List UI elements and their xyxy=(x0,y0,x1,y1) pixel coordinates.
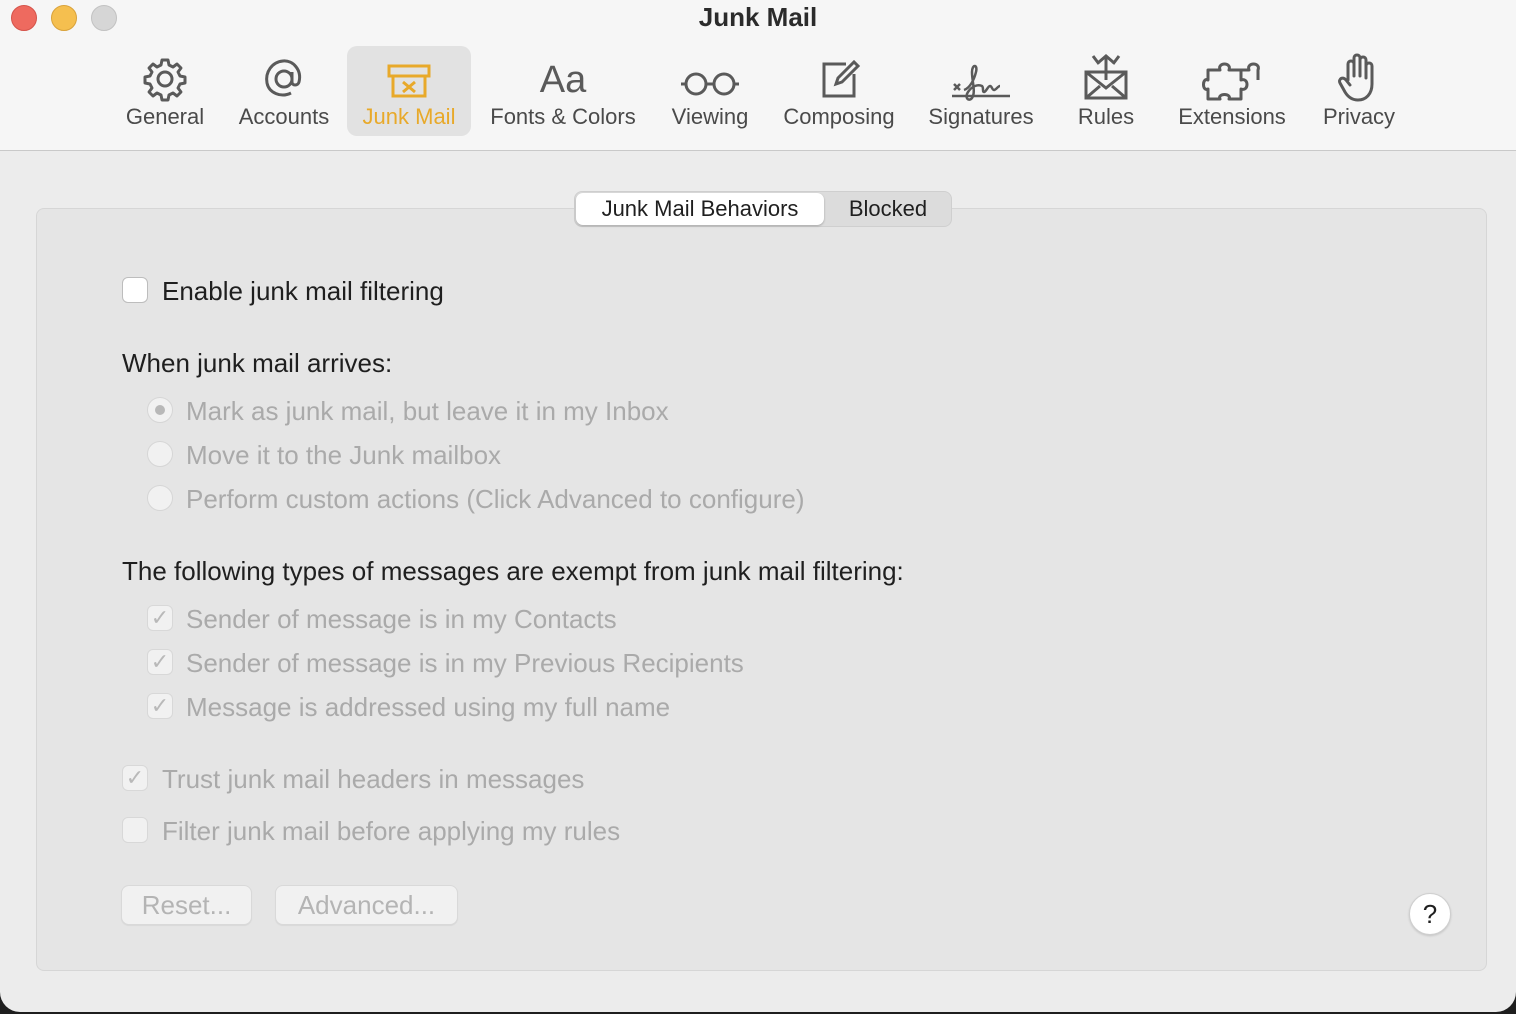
gear-icon xyxy=(142,46,188,102)
fonts-icon: Aa xyxy=(539,59,587,101)
toolbar-label: Signatures xyxy=(928,104,1034,129)
exempt-contacts-label: Sender of message is in my Contacts xyxy=(186,604,617,634)
arrival-heading: When junk mail arrives: xyxy=(122,348,393,378)
glasses-icon xyxy=(679,46,741,102)
toolbar-item-fonts-colors[interactable]: Aa Fonts & Colors xyxy=(480,46,646,136)
rules-envelope-icon xyxy=(1081,46,1131,102)
advanced-button[interactable]: Advanced... xyxy=(275,885,458,925)
mark-as-junk-label: Mark as junk mail, but leave it in my In… xyxy=(186,396,669,426)
toolbar-label: Viewing xyxy=(671,104,749,129)
toolbar-label: Composing xyxy=(783,104,895,129)
exempt-full-name-label: Message is addressed using my full name xyxy=(186,692,671,722)
checkmark-icon: ✓ xyxy=(150,693,170,718)
checkmark-icon: ✓ xyxy=(150,605,170,630)
signature-icon xyxy=(950,46,1012,102)
toolbar-label: Accounts xyxy=(238,104,330,129)
reset-button[interactable]: Reset... xyxy=(121,885,252,925)
filter-before-rules-label: Filter junk mail before applying my rule… xyxy=(162,816,621,846)
at-sign-icon xyxy=(261,46,307,102)
tab-segmented-control: Junk Mail Behaviors Blocked xyxy=(574,191,952,227)
enable-junk-filtering-checkbox[interactable] xyxy=(122,277,148,303)
filter-before-rules-checkbox[interactable] xyxy=(122,817,148,843)
hand-icon xyxy=(1338,46,1380,102)
exempt-heading: The following types of messages are exem… xyxy=(122,556,904,586)
toolbar-label: Privacy xyxy=(1322,104,1396,129)
move-to-junk-label: Move it to the Junk mailbox xyxy=(186,440,502,470)
toolbar-label: Fonts & Colors xyxy=(490,104,636,129)
toolbar-item-composing[interactable]: Composing xyxy=(774,46,904,136)
exempt-previous-recipients-checkbox[interactable]: ✓ xyxy=(147,649,173,675)
exempt-full-name-checkbox[interactable]: ✓ xyxy=(147,693,173,719)
toolbar-item-extensions[interactable]: Extensions xyxy=(1168,46,1296,136)
exempt-contacts-checkbox[interactable]: ✓ xyxy=(147,605,173,631)
toolbar-item-general[interactable]: General xyxy=(118,46,212,136)
toolbar-item-viewing[interactable]: Viewing xyxy=(663,46,757,136)
toolbar-item-accounts[interactable]: Accounts xyxy=(230,46,338,136)
junk-tray-icon xyxy=(385,46,433,102)
custom-actions-radio[interactable] xyxy=(147,485,173,511)
toolbar-label: Extensions xyxy=(1178,104,1286,129)
tab-blocked[interactable]: Blocked xyxy=(825,193,951,225)
enable-junk-filtering-label[interactable]: Enable junk mail filtering xyxy=(162,276,444,306)
toolbar-item-signatures[interactable]: Signatures xyxy=(918,46,1044,136)
window-title: Junk Mail xyxy=(698,2,818,32)
exempt-previous-recipients-label: Sender of message is in my Previous Reci… xyxy=(186,648,744,678)
radio-selected-dot xyxy=(155,405,165,415)
compose-icon xyxy=(816,46,862,102)
custom-actions-label: Perform custom actions (Click Advanced t… xyxy=(186,484,805,514)
tab-junk-mail-behaviors[interactable]: Junk Mail Behaviors xyxy=(576,193,824,225)
mark-as-junk-radio[interactable] xyxy=(147,397,173,423)
title-bar: Junk Mail General Accounts Junk Mail Aa … xyxy=(0,0,1516,151)
move-to-junk-radio[interactable] xyxy=(147,441,173,467)
help-button[interactable]: ? xyxy=(1409,893,1451,935)
trust-junk-headers-checkbox[interactable]: ✓ xyxy=(122,765,148,791)
puzzle-icon xyxy=(1202,46,1262,102)
toolbar-item-rules[interactable]: Rules xyxy=(1068,46,1144,136)
toolbar-label: General xyxy=(125,104,205,129)
toolbar-label: Junk Mail xyxy=(362,104,456,129)
toolbar-label: Rules xyxy=(1077,104,1135,129)
junk-mail-behaviors-panel xyxy=(36,208,1487,971)
toolbar-item-junk-mail[interactable]: Junk Mail xyxy=(347,46,471,136)
toolbar-item-privacy[interactable]: Privacy xyxy=(1313,46,1405,136)
preferences-window: Junk Mail General Accounts Junk Mail Aa … xyxy=(0,0,1516,1012)
checkmark-icon: ✓ xyxy=(125,765,145,790)
trust-junk-headers-label: Trust junk mail headers in messages xyxy=(162,764,585,794)
checkmark-icon: ✓ xyxy=(150,649,170,674)
